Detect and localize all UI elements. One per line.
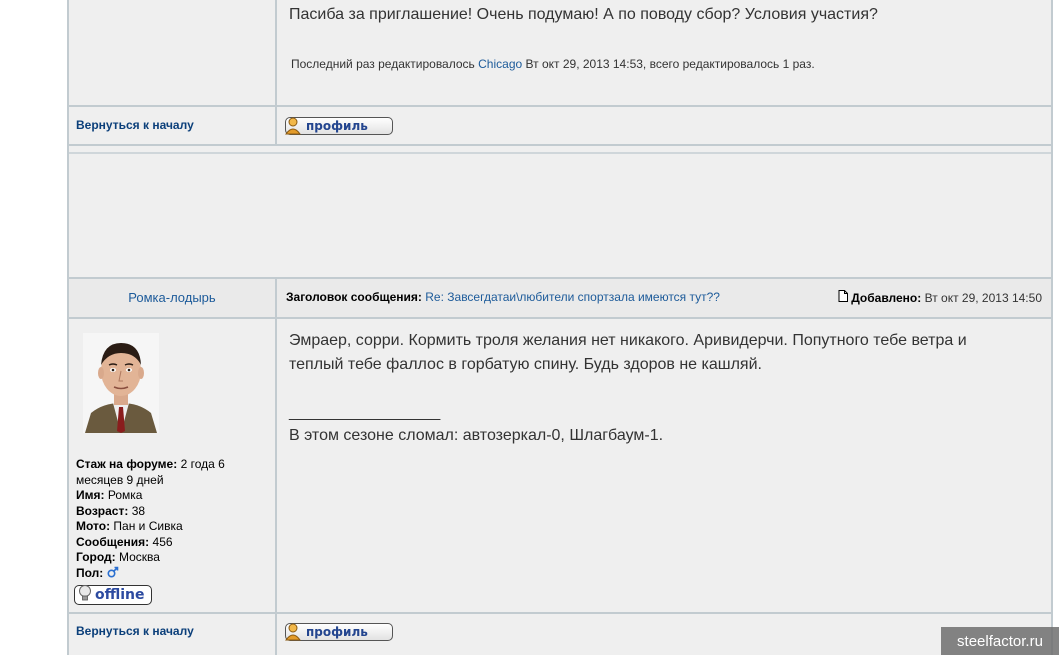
added-label: Добавлено: [851, 290, 922, 305]
name-value: Ромка [107, 488, 143, 502]
post-subject: Заголовок сообщения: Re: Завсегдатаи\люб… [286, 290, 720, 304]
profile-tenure-cont: месяцев 9 дней [76, 472, 164, 487]
post-message-line-1: Эмраер, сорри. Кормить троля желания нет… [289, 332, 967, 349]
moto-value: Пан и Сивка [113, 519, 183, 533]
subject-label: Заголовок сообщения: [286, 290, 422, 304]
subject-link[interactable]: Re: Завсегдатаи\любители спортзала имеют… [425, 290, 720, 304]
prev-post-edit-note: Последний раз редактировалось Chicago Вт… [291, 57, 815, 71]
profile-button-label: профиль [306, 119, 368, 133]
back-to-top-link[interactable]: Вернуться к началу [76, 118, 194, 132]
signature-separator: _________________ [289, 404, 441, 421]
post-footer-right: профиль [277, 614, 1051, 655]
post-date: Добавлено: Вт окт 29, 2013 14:50 [838, 290, 1042, 305]
prev-post-author-cell [69, 0, 277, 107]
profile-age: Возраст: 38 [76, 504, 256, 520]
prev-post-body-row: Пасиба за приглашение! Очень подумаю! А … [69, 0, 1051, 107]
prev-post-message: Пасиба за приглашение! Очень подумаю! А … [289, 6, 878, 23]
post-content-cell: Эмраер, сорри. Кормить троля желания нет… [277, 319, 1051, 612]
profile-button-label: профиль [306, 625, 368, 639]
edit-note-prefix: Последний раз редактировалось [291, 57, 475, 71]
post-author-link[interactable]: Ромка-лодырь [69, 290, 275, 305]
tenure-value: 2 года 6 [180, 457, 225, 471]
post-message-line-2: теплый тебе фаллос в горбатую спину. Буд… [289, 356, 762, 373]
user-profile-icon [284, 117, 302, 135]
prev-post-footer-left: Вернуться к началу [69, 107, 277, 144]
divider [69, 152, 1051, 154]
post-profile-cell: Стаж на форуме: 2 года 6 месяцев 9 дней … [69, 319, 277, 612]
post-body-row: Стаж на форуме: 2 года 6 месяцев 9 дней … [69, 319, 1051, 612]
signature: В этом сезоне сломал: автозеркал-0, Шлаг… [289, 427, 664, 444]
prev-post-footer-right: профиль [277, 107, 1051, 144]
edit-note-suffix: Вт окт 29, 2013 14:53, всего редактирова… [525, 57, 815, 71]
profile-moto: Мото: Пан и Сивка [76, 519, 256, 535]
back-to-top-link[interactable]: Вернуться к началу [76, 624, 194, 638]
profile-info: Стаж на форуме: 2 года 6 месяцев 9 дней … [76, 457, 256, 581]
city-value: Москва [119, 550, 160, 564]
name-label: Имя: [76, 488, 105, 502]
profile-button[interactable]: профиль [285, 117, 393, 135]
profile-posts: Сообщения: 456 [76, 535, 256, 551]
edit-note-user-link[interactable]: Chicago [478, 57, 522, 71]
profile-button[interactable]: профиль [285, 623, 393, 641]
profile-name: Имя: Ромка [76, 488, 256, 504]
city-label: Город: [76, 550, 116, 564]
document-icon [838, 290, 849, 305]
posts-label: Сообщения: [76, 534, 150, 549]
lightbulb-icon [77, 584, 93, 606]
post-subject-cell: Заголовок сообщения: Re: Завсегдатаи\люб… [277, 279, 1051, 317]
prev-post-content-cell: Пасиба за приглашение! Очень подумаю! А … [277, 0, 1051, 107]
prev-post-footer-row: Вернуться к началу профиль [69, 107, 1051, 144]
profile-gender: Пол: [76, 566, 256, 582]
offline-status-button[interactable]: offline [74, 585, 152, 605]
gender-label: Пол: [76, 565, 104, 580]
posts-value: 456 [152, 534, 173, 549]
post-header-row: Ромка-лодырь Заголовок сообщения: Re: За… [69, 279, 1051, 317]
male-symbol-icon [107, 566, 119, 580]
profile-city: Город: Москва [76, 550, 256, 566]
post-message: Эмраер, сорри. Кормить троля желания нет… [289, 329, 1039, 377]
watermark: steelfactor.ru [941, 627, 1059, 655]
spacer-row [69, 146, 1051, 277]
post-author-cell: Ромка-лодырь [69, 279, 277, 317]
forum-table: Пасиба за приглашение! Очень подумаю! А … [67, 0, 1053, 655]
user-profile-icon [284, 623, 302, 641]
moto-label: Мото: [76, 519, 111, 533]
post-footer-left: Вернуться к началу [69, 614, 277, 655]
profile-tenure: Стаж на форуме: 2 года 6 [76, 457, 256, 473]
age-label: Возраст: [76, 503, 129, 518]
avatar [83, 333, 159, 433]
age-value: 38 [131, 503, 146, 518]
added-date: Вт окт 29, 2013 14:50 [924, 290, 1042, 305]
tenure-label: Стаж на форуме: [76, 457, 178, 471]
offline-label: offline [95, 587, 145, 603]
post-footer-row: Вернуться к началу профиль [69, 614, 1051, 655]
